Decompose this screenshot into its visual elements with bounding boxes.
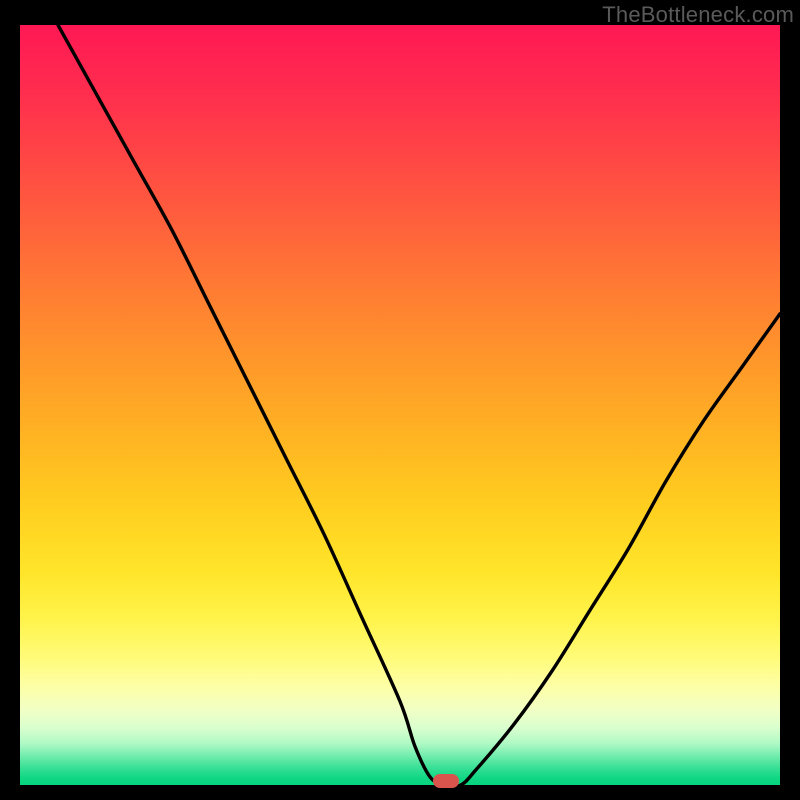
watermark-text: TheBottleneck.com <box>602 2 794 28</box>
bottleneck-curve <box>20 25 780 785</box>
curve-path <box>58 25 780 785</box>
plot-area <box>20 25 780 785</box>
optimal-point-marker <box>433 774 459 788</box>
chart-frame <box>20 25 780 785</box>
